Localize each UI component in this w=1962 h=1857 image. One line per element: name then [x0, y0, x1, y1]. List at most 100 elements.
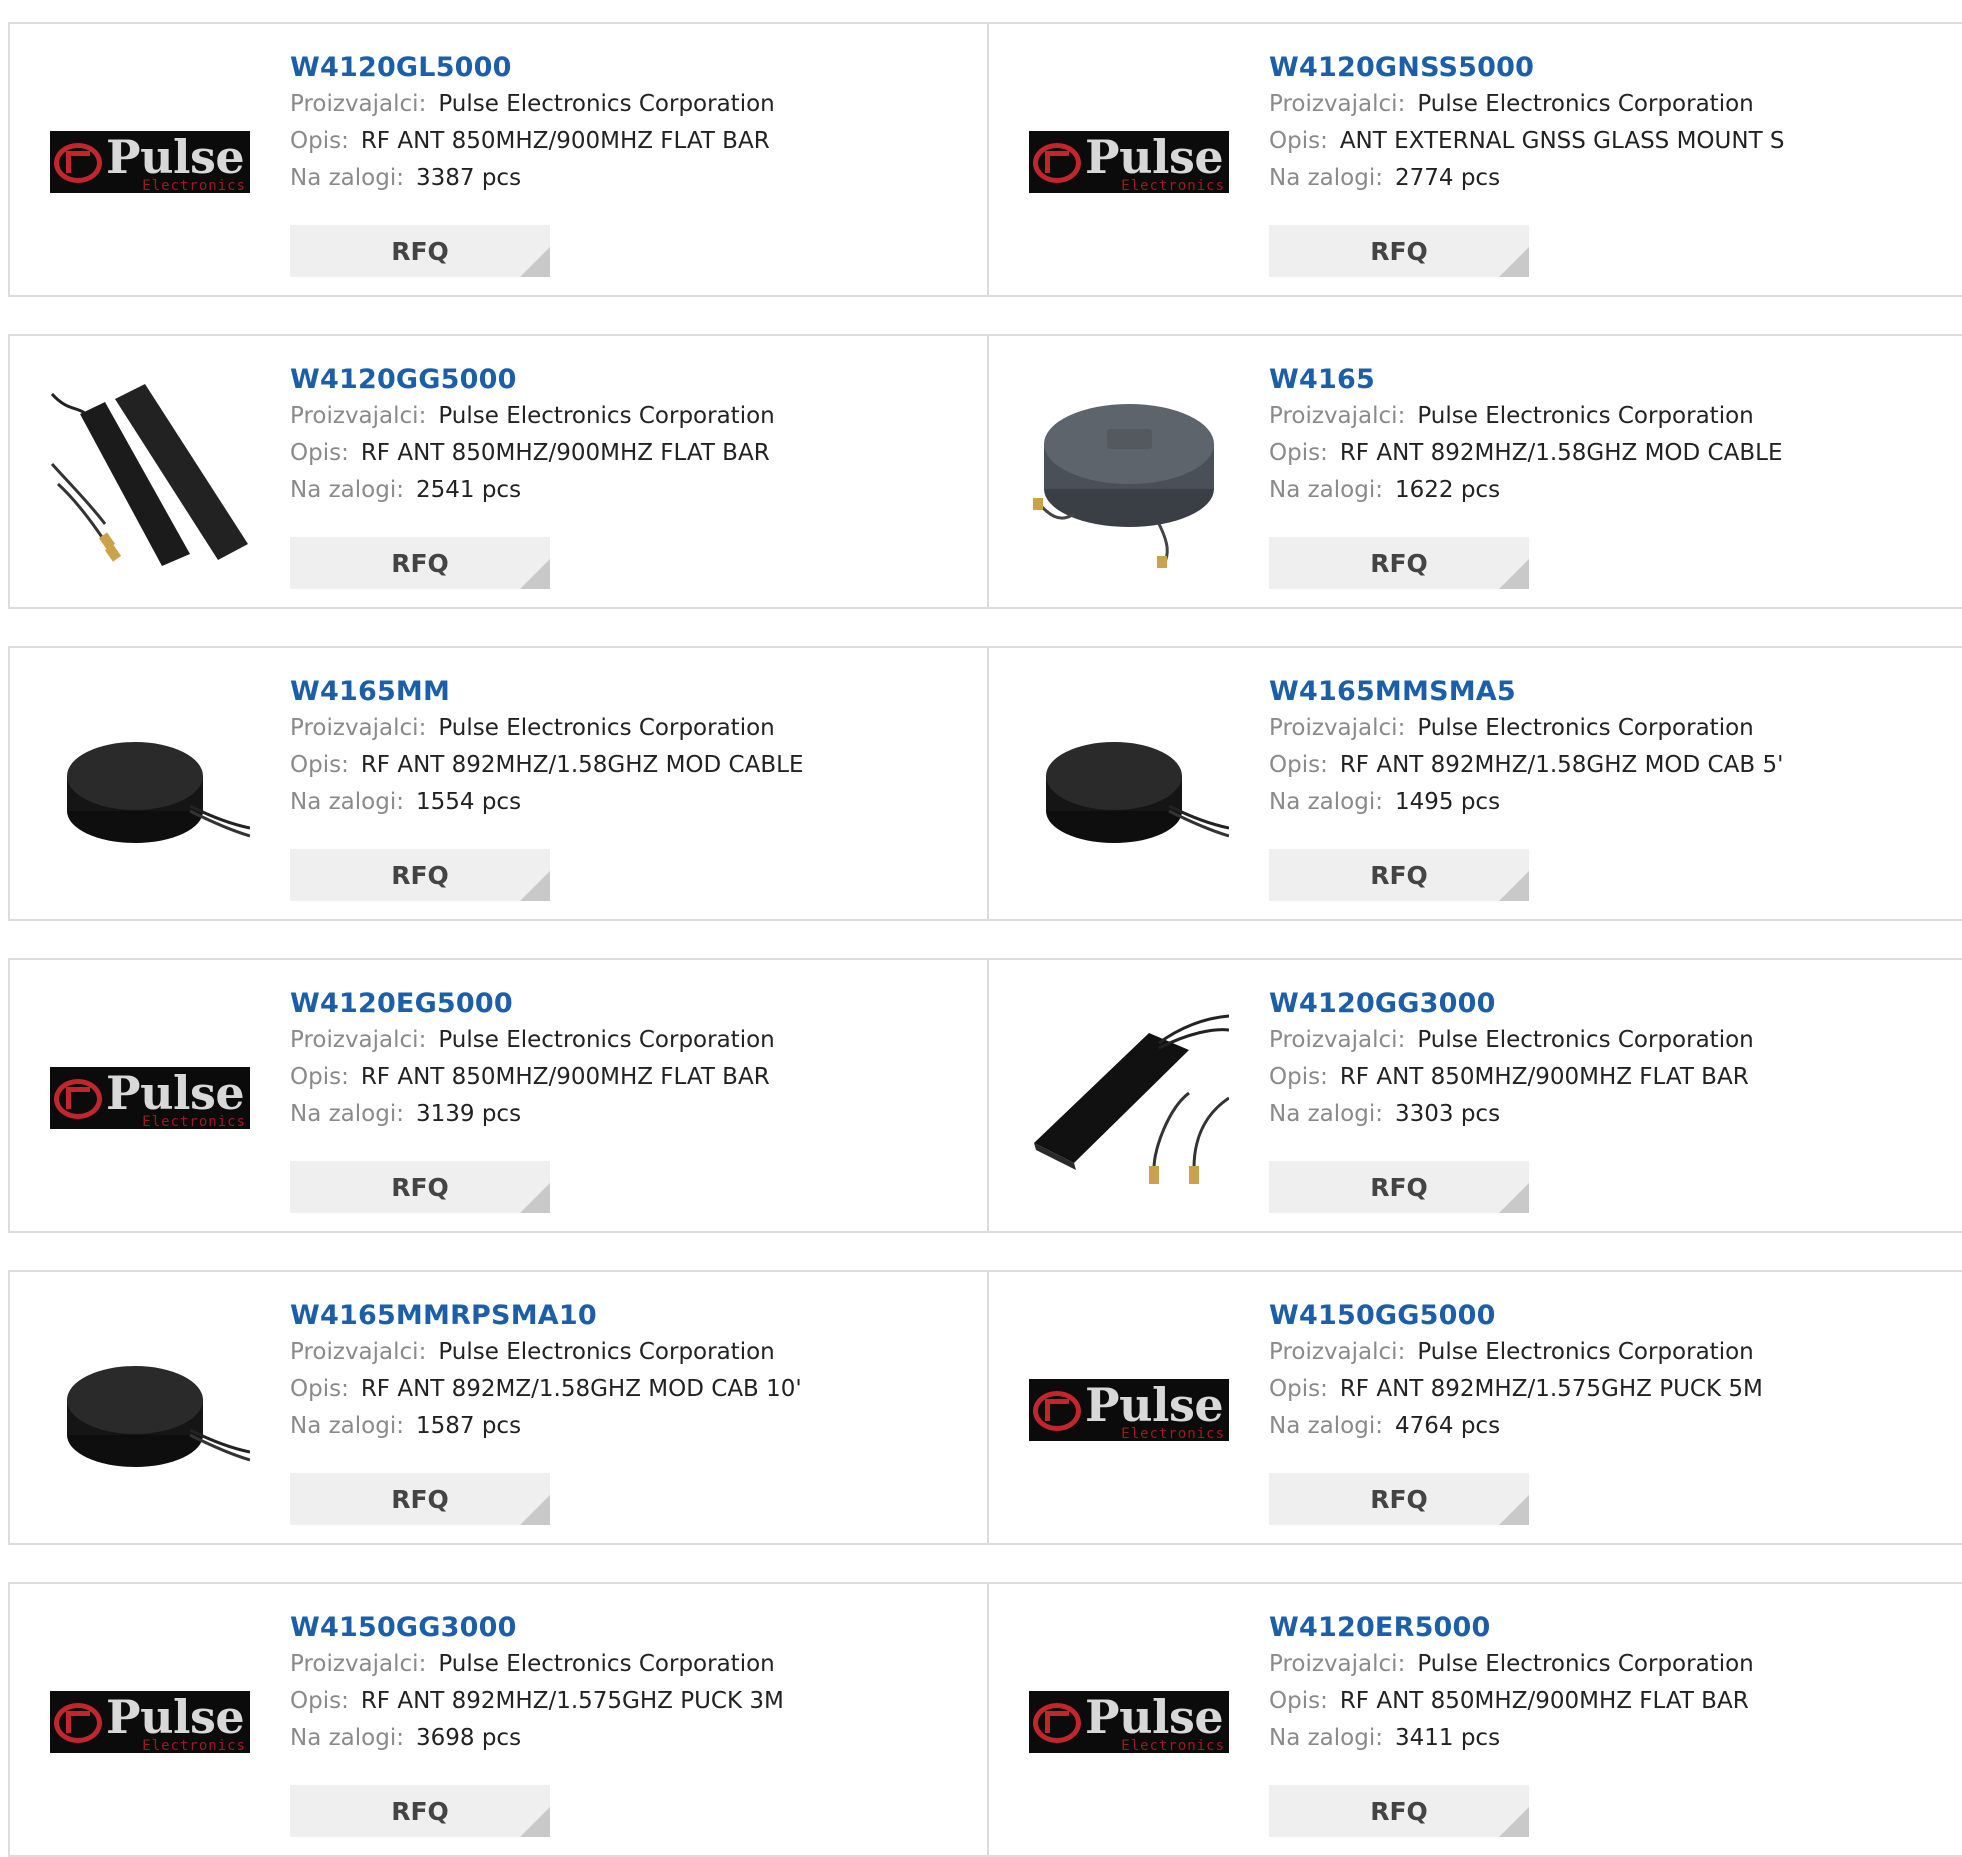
rfq-button[interactable]: RFQ	[290, 1473, 550, 1525]
corner-triangle-icon	[1499, 247, 1529, 277]
stock-label: Na zalogi:	[1269, 789, 1383, 815]
product-info: W4165 Proizvajalci: Pulse Electronics Cor…	[1269, 362, 1952, 509]
logo-word: Pulse	[1085, 1691, 1224, 1744]
pulse-wave-icon	[1045, 1711, 1069, 1733]
corner-triangle-icon	[520, 871, 550, 901]
stock-value: 1587 pcs	[415, 1413, 522, 1439]
stock-value: 1495 pcs	[1394, 789, 1501, 815]
product-card: Pulse Electronics W4150GG3000 Proizvajalc…	[8, 1582, 987, 1857]
corner-triangle-icon	[520, 1807, 550, 1837]
rfq-label: RFQ	[391, 236, 449, 266]
description-row: Opis: RF ANT 892MHZ/1.575GHZ PUCK 3M	[290, 1683, 977, 1720]
stock-value: 3139 pcs	[415, 1101, 522, 1127]
description-row: Opis: RF ANT 850MHZ/900MHZ FLAT BAR	[290, 123, 977, 160]
description-label: Opis:	[1269, 128, 1328, 154]
part-number-link[interactable]: W4120EG5000	[290, 986, 513, 1022]
rfq-button[interactable]: RFQ	[1269, 1473, 1529, 1525]
stock-value: 2774 pcs	[1394, 165, 1501, 191]
stock-row: Na zalogi: 1495 pcs	[1269, 784, 1952, 821]
part-number-link[interactable]: W4120GG3000	[1269, 986, 1496, 1022]
corner-triangle-icon	[520, 247, 550, 277]
pulse-logo-image[interactable]: Pulse Electronics	[1029, 1622, 1229, 1822]
description-value: RF ANT 892MHZ/1.575GHZ PUCK 3M	[360, 1688, 784, 1714]
manufacturer-label: Proizvajalci:	[290, 1339, 427, 1365]
stock-label: Na zalogi:	[1269, 1101, 1383, 1127]
part-number-link[interactable]: W4165	[1269, 362, 1375, 398]
manufacturer-value: Pulse Electronics Corporation	[1417, 1651, 1754, 1677]
product-card: W4120GG3000 Proizvajalci: Pulse Electroni…	[987, 958, 1962, 1233]
part-number-link[interactable]: W4120GNSS5000	[1269, 50, 1534, 86]
rfq-button[interactable]: RFQ	[290, 225, 550, 277]
corner-triangle-icon	[1499, 559, 1529, 589]
part-number-link[interactable]: W4120ER5000	[1269, 1610, 1491, 1646]
pulse-logo: Pulse Electronics	[1029, 131, 1229, 193]
part-number-link[interactable]: W4120GG5000	[290, 362, 517, 398]
pulse-logo-image[interactable]: Pulse Electronics	[1029, 62, 1229, 262]
flat-bar-antenna-image[interactable]	[1029, 998, 1229, 1198]
product-info: W4120GG3000 Proizvajalci: Pulse Electroni…	[1269, 986, 1952, 1133]
corner-triangle-icon	[520, 559, 550, 589]
description-label: Opis:	[290, 1688, 349, 1714]
logo-word: Pulse	[1085, 1379, 1224, 1432]
manufacturer-row: Proizvajalci: Pulse Electronics Corporati…	[1269, 1334, 1952, 1371]
stock-value: 3303 pcs	[1394, 1101, 1501, 1127]
stock-row: Na zalogi: 3698 pcs	[290, 1720, 977, 1757]
stock-row: Na zalogi: 3303 pcs	[1269, 1096, 1952, 1133]
product-info: W4120GG5000 Proizvajalci: Pulse Electroni…	[290, 362, 977, 509]
logo-word: Pulse	[1085, 131, 1224, 184]
description-row: Opis: RF ANT 892MZ/1.58GHZ MOD CAB 10'	[290, 1371, 977, 1408]
part-number-link[interactable]: W4120GL5000	[290, 50, 512, 86]
manufacturer-row: Proizvajalci: Pulse Electronics Corporati…	[290, 1646, 977, 1683]
product-info: W4120GNSS5000 Proizvajalci: Pulse Electro…	[1269, 50, 1952, 197]
rfq-label: RFQ	[391, 1172, 449, 1202]
manufacturer-label: Proizvajalci:	[1269, 715, 1406, 741]
pulse-logo-image[interactable]: Pulse Electronics	[50, 1622, 250, 1822]
manufacturer-row: Proizvajalci: Pulse Electronics Corporati…	[290, 710, 977, 747]
puck-antenna-black-image[interactable]	[50, 1310, 250, 1510]
stock-row: Na zalogi: 3387 pcs	[290, 160, 977, 197]
corner-triangle-icon	[520, 1183, 550, 1213]
pulse-logo-image[interactable]: Pulse Electronics	[50, 62, 250, 262]
pulse-logo-image[interactable]: Pulse Electronics	[1029, 1310, 1229, 1510]
puck-antenna-grey-image[interactable]	[1029, 374, 1229, 574]
description-label: Opis:	[290, 1376, 349, 1402]
stock-row: Na zalogi: 1622 pcs	[1269, 472, 1952, 509]
manufacturer-label: Proizvajalci:	[290, 91, 427, 117]
manufacturer-value: Pulse Electronics Corporation	[1417, 403, 1754, 429]
stock-label: Na zalogi:	[1269, 477, 1383, 503]
stock-label: Na zalogi:	[1269, 1725, 1383, 1751]
rfq-button[interactable]: RFQ	[290, 537, 550, 589]
stock-row: Na zalogi: 2774 pcs	[1269, 160, 1952, 197]
rfq-button[interactable]: RFQ	[1269, 225, 1529, 277]
pulse-logo-image[interactable]: Pulse Electronics	[50, 998, 250, 1198]
part-number-link[interactable]: W4165MMRPSMA10	[290, 1298, 597, 1334]
part-number-link[interactable]: W4150GG3000	[290, 1610, 517, 1646]
description-label: Opis:	[1269, 752, 1328, 778]
rfq-button[interactable]: RFQ	[290, 849, 550, 901]
rfq-label: RFQ	[1370, 548, 1428, 578]
rfq-button[interactable]: RFQ	[290, 1161, 550, 1213]
puck-antenna-black-image[interactable]	[1029, 686, 1229, 886]
product-card: W4120GG5000 Proizvajalci: Pulse Electroni…	[8, 334, 987, 609]
rfq-button[interactable]: RFQ	[1269, 537, 1529, 589]
stock-label: Na zalogi:	[290, 1413, 404, 1439]
part-number-link[interactable]: W4165MM	[290, 674, 450, 710]
description-row: Opis: RF ANT 892MHZ/1.58GHZ MOD CABLE	[290, 747, 977, 784]
description-row: Opis: RF ANT 850MHZ/900MHZ FLAT BAR	[1269, 1059, 1952, 1096]
manufacturer-row: Proizvajalci: Pulse Electronics Corporati…	[290, 1334, 977, 1371]
part-number-link[interactable]: W4150GG5000	[1269, 1298, 1496, 1334]
description-value: ANT EXTERNAL GNSS GLASS MOUNT S	[1339, 128, 1785, 154]
manufacturer-value: Pulse Electronics Corporation	[438, 1339, 775, 1365]
rfq-button[interactable]: RFQ	[1269, 1161, 1529, 1213]
rfq-button[interactable]: RFQ	[1269, 1785, 1529, 1837]
rfq-button[interactable]: RFQ	[290, 1785, 550, 1837]
pulse-wave-icon	[1045, 151, 1069, 173]
part-number-link[interactable]: W4165MMSMA5	[1269, 674, 1516, 710]
description-label: Opis:	[290, 128, 349, 154]
manufacturer-value: Pulse Electronics Corporation	[1417, 91, 1754, 117]
description-value: RF ANT 850MHZ/900MHZ FLAT BAR	[1339, 1688, 1749, 1714]
puck-antenna-black-image[interactable]	[50, 686, 250, 886]
rfq-button[interactable]: RFQ	[1269, 849, 1529, 901]
logo-sub: Electronics	[142, 1114, 246, 1129]
flat-bar-antenna-pair-image[interactable]	[50, 374, 250, 574]
